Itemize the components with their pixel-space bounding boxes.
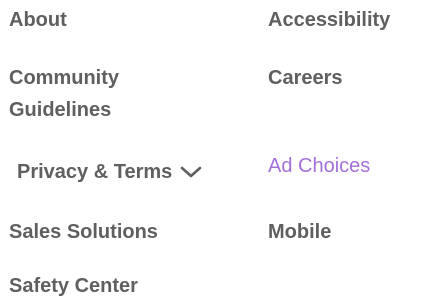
mobile-link[interactable]: Mobile	[268, 216, 331, 248]
chevron-down-icon	[180, 166, 202, 178]
community-guidelines-link[interactable]: Community Guidelines	[9, 62, 199, 126]
sales-solutions-link[interactable]: Sales Solutions	[9, 216, 158, 248]
about-link[interactable]: About	[9, 4, 67, 36]
accessibility-link[interactable]: Accessibility	[268, 4, 390, 36]
ad-choices-link[interactable]: Ad Choices	[268, 150, 370, 182]
footer-navigation: About Accessibility Community Guidelines…	[0, 0, 431, 308]
safety-center-link[interactable]: Safety Center	[9, 270, 138, 302]
privacy-terms-dropdown[interactable]: Privacy & Terms	[17, 156, 202, 188]
careers-link[interactable]: Careers	[268, 62, 343, 94]
privacy-terms-label: Privacy & Terms	[17, 161, 173, 183]
